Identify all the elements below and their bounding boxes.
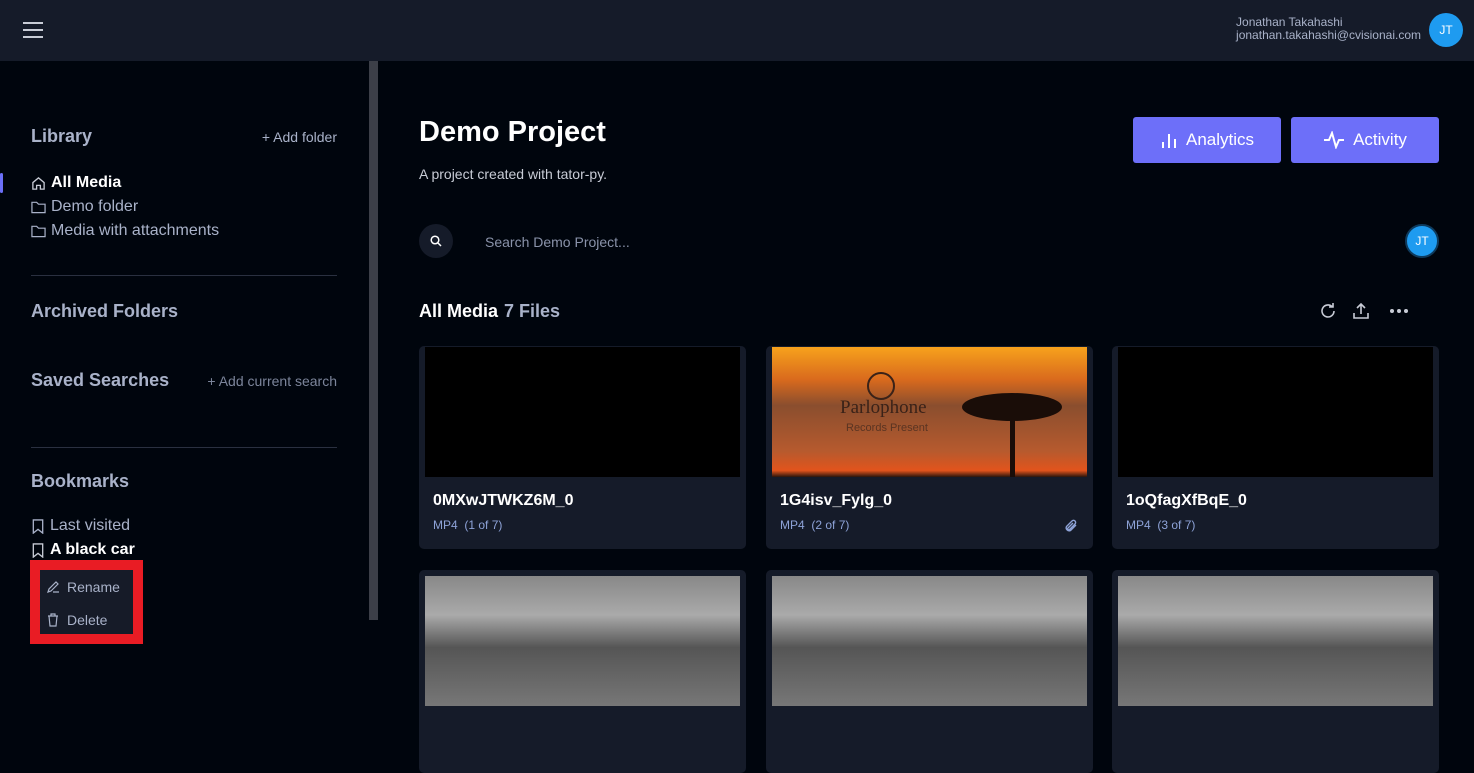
media-index: (1 of 7) <box>464 518 503 532</box>
media-thumbnail <box>772 576 1087 706</box>
bookmark-a-black-car[interactable]: A black car <box>31 541 135 559</box>
search-input[interactable] <box>470 228 1370 256</box>
attachment-icon[interactable] <box>1063 518 1079 534</box>
activity-icon <box>1324 131 1345 149</box>
sidebar-scrollbar[interactable] <box>369 61 378 620</box>
archived-folders-title[interactable]: Archived Folders <box>31 301 178 322</box>
media-type: MP4 <box>433 518 458 532</box>
bookmark-icon <box>32 518 44 534</box>
sidebar-item-label: Demo folder <box>51 198 139 215</box>
media-section-title: All Media 7 Files <box>419 301 560 322</box>
divider <box>31 275 337 276</box>
bookmark-context-menu <box>30 560 143 644</box>
hamburger-menu-icon[interactable] <box>23 22 43 38</box>
more-options-icon[interactable] <box>1389 301 1409 321</box>
section-title: All Media <box>419 301 499 321</box>
media-thumbnail: Parlophone Records Present <box>772 347 1087 477</box>
tree-silhouette <box>962 393 1062 477</box>
bookmarks-title: Bookmarks <box>31 471 130 491</box>
media-card[interactable]: 0MXwJTWKZ6M_0 MP4 (1 of 7) <box>419 346 746 549</box>
trash-icon <box>48 613 58 627</box>
library-title: Library <box>31 126 93 146</box>
sidebar-item-demo-folder[interactable]: Demo folder <box>31 198 138 216</box>
activity-button[interactable]: Activity <box>1291 117 1439 163</box>
project-member-avatar[interactable]: JT <box>1405 224 1439 258</box>
media-name: 0MXwJTWKZ6M_0 <box>433 492 574 509</box>
bookmark-icon <box>32 542 44 558</box>
rename-menu-item[interactable]: Rename <box>46 579 120 595</box>
bookmark-label: A black car <box>50 541 135 558</box>
media-name: 1oQfagXfBqE_0 <box>1126 492 1247 509</box>
top-header: Jonathan Takahashi jonathan.takahashi@cv… <box>0 0 1474 61</box>
page-title: Demo Project <box>419 116 606 148</box>
analytics-label: Analytics <box>1185 130 1255 149</box>
folder-icon <box>31 201 46 214</box>
media-thumbnail <box>1118 347 1433 477</box>
media-name: 1G4isv_Fylg_0 <box>780 492 893 509</box>
sidebar-item-media-with-attachments[interactable]: Media with attachments <box>31 222 219 240</box>
media-card[interactable]: Parlophone Records Present 1G4isv_Fylg_0… <box>766 346 1093 549</box>
media-card[interactable] <box>419 570 746 773</box>
add-folder-button[interactable]: + Add folder <box>262 129 337 145</box>
media-meta: MP4 (2 of 7) <box>780 518 849 532</box>
saved-searches-title: Saved Searches <box>31 370 170 390</box>
upload-icon[interactable] <box>1351 301 1371 321</box>
sidebar-item-label: Media with attachments <box>51 222 220 239</box>
media-type: MP4 <box>780 518 805 532</box>
delete-label: Delete <box>67 612 108 628</box>
search-button[interactable] <box>419 224 453 258</box>
thumbnail-logo-text: Parlophone <box>840 397 927 418</box>
user-email: jonathan.takahashi@cvisionai.com <box>1236 28 1421 42</box>
analytics-button[interactable]: Analytics <box>1133 117 1281 163</box>
thumbnail-logo-subtext: Records Present <box>846 422 928 434</box>
user-info: Jonathan Takahashi jonathan.takahashi@cv… <box>1236 16 1421 42</box>
bookmark-last-visited[interactable]: Last visited <box>31 517 130 535</box>
media-meta: MP4 (1 of 7) <box>433 518 502 532</box>
media-thumbnail <box>425 576 740 706</box>
logo-circle <box>867 372 895 400</box>
bar-chart-icon <box>1161 134 1176 148</box>
sidebar-item-all-media[interactable]: All Media <box>31 174 121 192</box>
media-index: (3 of 7) <box>1157 518 1196 532</box>
media-card[interactable] <box>1112 570 1439 773</box>
home-icon <box>32 176 45 190</box>
media-card[interactable] <box>766 570 1093 773</box>
active-indicator <box>0 173 3 193</box>
delete-menu-item[interactable]: Delete <box>46 612 107 628</box>
refresh-icon[interactable] <box>1318 301 1338 321</box>
user-avatar[interactable]: JT <box>1429 13 1463 47</box>
file-count: 7 Files <box>504 301 561 321</box>
media-index: (2 of 7) <box>811 518 850 532</box>
folder-icon <box>31 225 46 238</box>
search-icon <box>430 235 442 247</box>
rename-label: Rename <box>67 579 120 595</box>
media-thumbnail <box>425 347 740 477</box>
add-current-search-button[interactable]: + Add current search <box>207 373 337 389</box>
media-meta: MP4 (3 of 7) <box>1126 518 1195 532</box>
media-thumbnail <box>1118 576 1433 706</box>
media-card[interactable]: 1oQfagXfBqE_0 MP4 (3 of 7) <box>1112 346 1439 549</box>
media-type: MP4 <box>1126 518 1151 532</box>
sidebar-item-label: All Media <box>51 174 122 191</box>
bookmark-label: Last visited <box>50 517 131 534</box>
divider <box>31 447 337 448</box>
page-subtitle: A project created with tator-py. <box>419 166 608 182</box>
activity-label: Activity <box>1353 130 1407 149</box>
pencil-icon <box>47 581 59 593</box>
